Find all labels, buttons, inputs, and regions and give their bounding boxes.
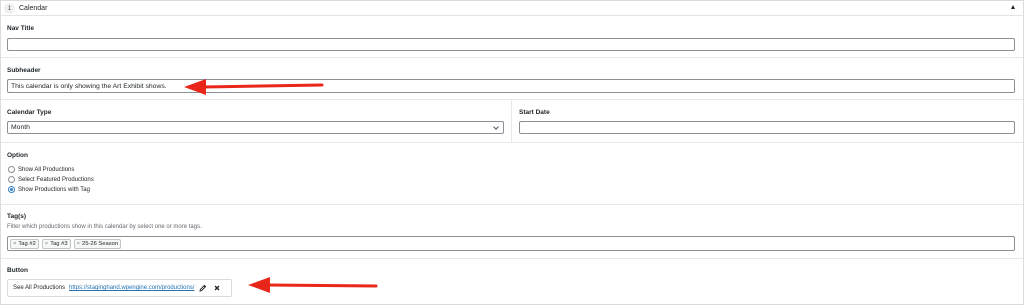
annotation-arrow-button xyxy=(248,277,378,293)
tag-chip[interactable]: × Tag #2 xyxy=(10,238,39,249)
pencil-icon[interactable] xyxy=(199,284,207,292)
remove-tag-icon[interactable]: × xyxy=(13,241,16,247)
tags-description: Filter which productions show in this ca… xyxy=(7,224,202,230)
calendar-type-field: Calendar Type Month Start Date xyxy=(1,101,1023,143)
nav-title-input[interactable] xyxy=(7,38,1015,51)
tags-label: Tag(s) xyxy=(7,213,27,220)
close-icon[interactable] xyxy=(213,284,221,292)
tag-chip[interactable]: × Tag #3 xyxy=(41,238,71,249)
start-date-label: Start Date xyxy=(519,109,550,116)
radio-label: Select Featured Productions xyxy=(18,176,94,183)
option-radio-tag[interactable]: Show Productions with Tag xyxy=(8,186,90,193)
tag-label: Tag #2 xyxy=(18,240,36,247)
nav-title-field: Nav Title xyxy=(1,17,1023,58)
column-divider xyxy=(511,100,512,142)
subheader-input[interactable]: This calendar is only showing the Art Ex… xyxy=(7,79,1015,93)
annotation-arrow-subheader xyxy=(184,79,324,95)
calendar-type-label: Calendar Type xyxy=(7,109,52,116)
tags-field: Tag(s) Filter which productions show in … xyxy=(1,206,1023,259)
tags-input[interactable]: × Tag #2 × Tag #3 × 25-26 Season xyxy=(7,236,1015,251)
row-number-badge: 1 xyxy=(4,2,15,14)
radio-button-selected[interactable] xyxy=(8,186,15,193)
calendar-type-select[interactable]: Month xyxy=(7,121,504,134)
panel-title: Calendar xyxy=(19,4,48,12)
remove-tag-icon[interactable]: × xyxy=(45,241,48,247)
radio-button[interactable] xyxy=(8,166,15,173)
calendar-panel: 1 Calendar Nav Title Subheader This cale… xyxy=(0,0,1024,305)
option-radio-all[interactable]: Show All Productions xyxy=(8,166,74,173)
subheader-field: Subheader This calendar is only showing … xyxy=(1,59,1023,100)
button-link-url[interactable]: https://staginghand.wpengine.com/product… xyxy=(69,285,194,291)
button-link-title: See All Productions xyxy=(13,285,66,291)
panel-header[interactable]: 1 Calendar xyxy=(1,1,1023,16)
button-label: Button xyxy=(7,267,28,274)
start-date-input[interactable] xyxy=(519,121,1015,134)
chevron-up-icon[interactable] xyxy=(1011,5,1015,9)
tag-label: 25-26 Season xyxy=(81,240,119,247)
tag-chip[interactable]: × 25-26 Season xyxy=(73,238,122,249)
nav-title-label: Nav Title xyxy=(7,25,34,32)
radio-button[interactable] xyxy=(8,176,15,183)
tag-label: Tag #3 xyxy=(50,240,68,247)
chevron-down-icon xyxy=(493,124,499,130)
option-field: Option Show All Productions Select Featu… xyxy=(1,144,1023,205)
option-label: Option xyxy=(7,152,28,159)
calendar-type-value: Month xyxy=(11,124,30,131)
subheader-label: Subheader xyxy=(7,67,41,74)
remove-tag-icon[interactable]: × xyxy=(77,241,80,247)
option-radio-featured[interactable]: Select Featured Productions xyxy=(8,176,94,183)
radio-label: Show Productions with Tag xyxy=(18,186,90,193)
radio-label: Show All Productions xyxy=(18,166,75,173)
button-link-control: See All Productions https://staginghand.… xyxy=(7,279,232,297)
